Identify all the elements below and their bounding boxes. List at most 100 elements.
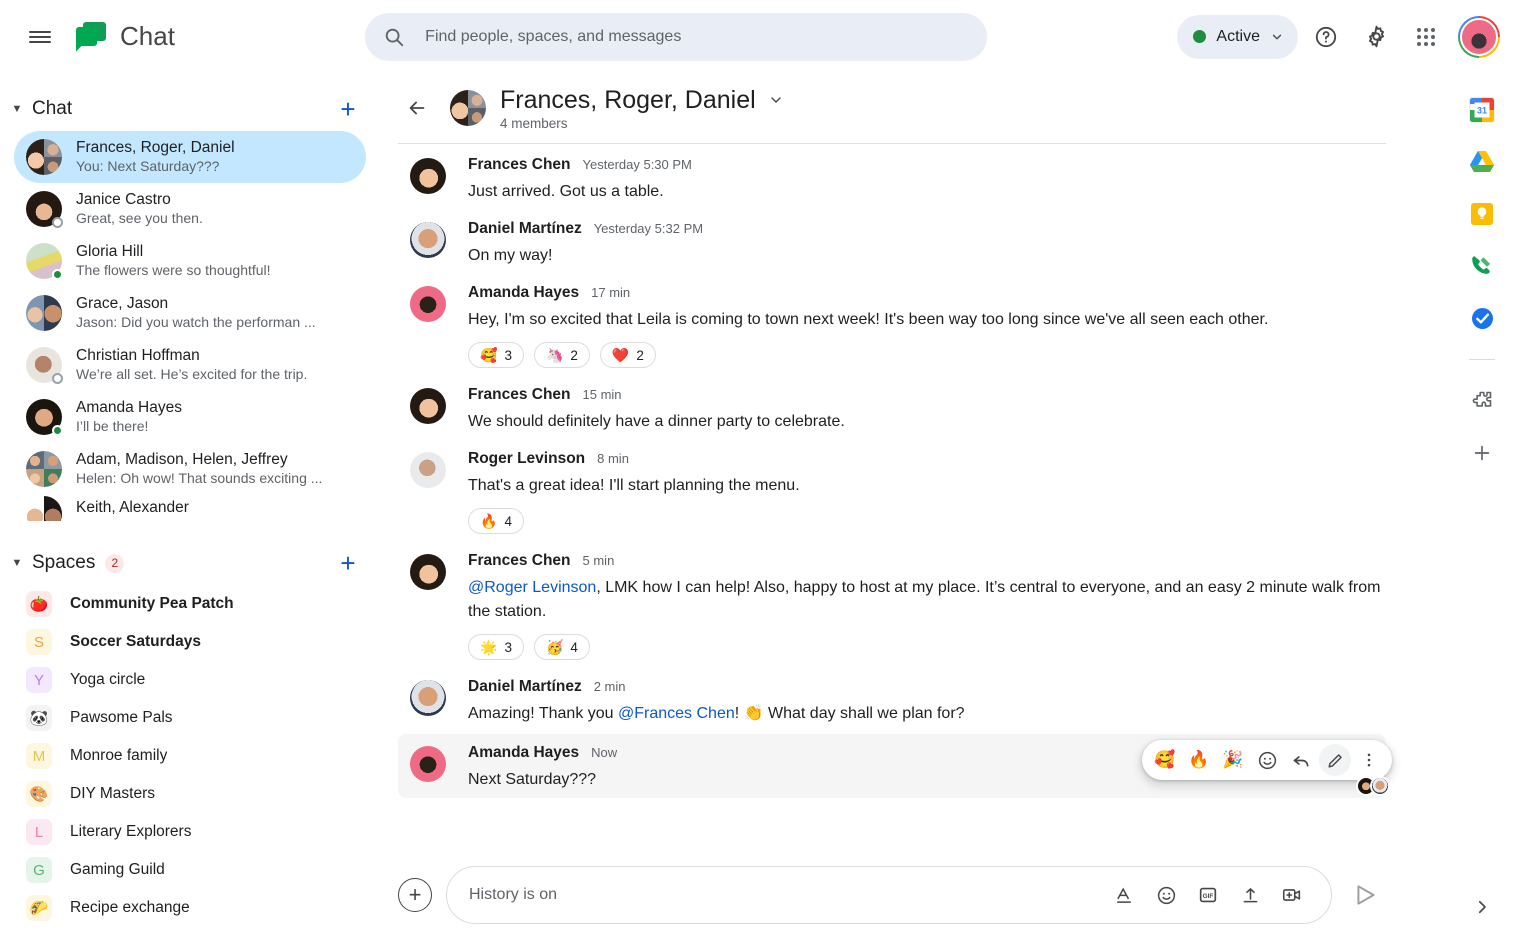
message-text-rest: , LMK how I can help! Also, happy to hos… xyxy=(468,579,1381,620)
google-apps-button[interactable] xyxy=(1404,15,1448,59)
emoji-button[interactable] xyxy=(1149,878,1183,912)
spaces-section-collapse-icon[interactable]: ▼ xyxy=(6,552,28,574)
message: Roger Levinson 8 min That's a great idea… xyxy=(398,434,1386,534)
google-tasks-icon[interactable] xyxy=(1467,303,1497,333)
row-text: Grace, Jason Jason: Did you watch the pe… xyxy=(76,294,354,332)
settings-button[interactable] xyxy=(1354,15,1398,59)
sidebar-item-soccer-saturdays[interactable]: S Soccer Saturdays xyxy=(14,623,366,661)
sidebar-item-christian-hoffman[interactable]: Christian Hoffman We’re all set. He’s ex… xyxy=(14,339,366,391)
reaction-chip[interactable]: 🦄 2 xyxy=(533,342,590,368)
more-options-button[interactable] xyxy=(1353,744,1385,776)
message-composer[interactable]: GIF xyxy=(446,866,1332,924)
reaction-chip[interactable]: 🥳 4 xyxy=(533,634,590,660)
sidebar-item-gaming-guild[interactable]: G Gaming Guild xyxy=(14,851,366,889)
avatar xyxy=(26,496,62,521)
sidebar-item-literary-explorers[interactable]: L Literary Explorers xyxy=(14,813,366,851)
chevron-down-icon xyxy=(771,97,781,103)
google-keep-icon[interactable] xyxy=(1467,199,1497,229)
space-name: DIY Masters xyxy=(70,785,155,802)
message-thread[interactable]: Frances Chen Yesterday 5:30 PM Just arri… xyxy=(380,144,1450,852)
avatar xyxy=(26,451,62,487)
video-meeting-button[interactable] xyxy=(1275,878,1309,912)
sidebar-item-keith-alexander[interactable]: Keith, Alexander xyxy=(14,495,366,521)
edit-message-button[interactable] xyxy=(1319,744,1351,776)
new-chat-button[interactable]: + xyxy=(334,95,362,123)
sidebar-item-diy-masters[interactable]: 🎨 DIY Masters xyxy=(14,775,366,813)
sidebar-item-frances-roger-daniel[interactable]: Frances, Roger, Daniel You: Next Saturda… xyxy=(14,131,366,183)
message-author: Frances Chen xyxy=(468,386,571,403)
google-chat-logo-icon xyxy=(76,21,106,52)
back-button[interactable] xyxy=(398,89,436,127)
search-input[interactable] xyxy=(425,27,970,46)
gif-button[interactable]: GIF xyxy=(1191,878,1225,912)
google-drive-icon[interactable] xyxy=(1467,147,1497,177)
google-voice-icon[interactable] xyxy=(1467,251,1497,281)
message-text: Just arrived. Got us a table. xyxy=(468,183,664,200)
react-fire-button[interactable]: 🔥 xyxy=(1183,744,1215,776)
google-calendar-icon[interactable]: 31 xyxy=(1467,95,1497,125)
expand-panel-button[interactable] xyxy=(1465,890,1499,924)
main-menu-icon[interactable] xyxy=(18,15,62,59)
message-text: On my way! xyxy=(468,247,553,264)
list-item-snippet: The flowers were so thoughtful! xyxy=(76,262,271,278)
help-button[interactable] xyxy=(1304,15,1348,59)
message: Amanda Hayes 17 min Hey, I'm so excited … xyxy=(398,268,1386,368)
sidebar-item-monroe-family[interactable]: M Monroe family xyxy=(14,737,366,775)
send-button[interactable] xyxy=(1346,875,1386,915)
send-icon xyxy=(1357,885,1375,905)
meet-section-header[interactable]: ▶ Meet xyxy=(0,933,380,946)
add-attachment-button[interactable]: + xyxy=(398,878,432,912)
calendar-day-number: 31 xyxy=(1477,106,1487,116)
reaction-emoji: 🔥 xyxy=(480,512,498,529)
account-avatar[interactable] xyxy=(1458,15,1500,58)
space-avatar-icon: 🐼 xyxy=(26,705,52,731)
message-text: That's a great idea! I'll start planning… xyxy=(468,477,800,494)
reaction-count: 2 xyxy=(636,347,644,363)
status-selector[interactable]: Active xyxy=(1177,14,1298,59)
message-hovered[interactable]: Amanda Hayes Now Next Saturday??? 🥰 🔥 🎉 xyxy=(398,734,1392,798)
chat-section-collapse-icon[interactable]: ▼ xyxy=(6,98,28,120)
conversation-title-button[interactable]: Frances, Roger, Daniel xyxy=(500,85,784,115)
addons-puzzle-icon[interactable] xyxy=(1467,386,1497,416)
member-count: 4 members xyxy=(500,116,568,131)
sidebar-item-recipe-exchange[interactable]: 🌮 Recipe exchange xyxy=(14,889,366,927)
reaction-chip[interactable]: 🥰 3 xyxy=(468,342,524,368)
sidebar-item-janice-castro[interactable]: Janice Castro Great, see you then. xyxy=(14,183,366,235)
sidebar: ▼ Chat + Frances, Roger, Daniel You: Nex… xyxy=(0,73,380,946)
svg-text:GIF: GIF xyxy=(1203,893,1214,900)
react-smiling-hearts-button[interactable]: 🥰 xyxy=(1149,744,1181,776)
list-item-snippet: Great, see you then. xyxy=(76,210,203,226)
upload-file-button[interactable] xyxy=(1233,878,1267,912)
format-text-icon xyxy=(1117,887,1131,903)
list-item-snippet: We’re all set. He’s excited for the trip… xyxy=(76,366,308,382)
presence-away-icon xyxy=(52,217,63,228)
sidebar-item-pawsome-pals[interactable]: 🐼 Pawsome Pals xyxy=(14,699,366,737)
sidebar-item-yoga-circle[interactable]: Y Yoga circle xyxy=(14,661,366,699)
sidebar-item-community-pea-patch[interactable]: 🍅 Community Pea Patch xyxy=(14,585,366,623)
sidebar-item-adam-madison-helen-jeffrey[interactable]: Adam, Madison, Helen, Jeffrey Helen: Oh … xyxy=(14,443,366,495)
format-text-button[interactable] xyxy=(1107,878,1141,912)
sidebar-item-amanda-hayes[interactable]: Amanda Hayes I’ll be there! xyxy=(14,391,366,443)
list-item-name: Janice Castro xyxy=(76,191,171,208)
message-input[interactable] xyxy=(469,886,1097,904)
reaction-chip[interactable]: 🌟 3 xyxy=(468,634,524,660)
conversation-title-block: Frances, Roger, Daniel 4 members xyxy=(500,85,784,131)
sidebar-item-grace-jason[interactable]: Grace, Jason Jason: Did you watch the pe… xyxy=(14,287,366,339)
add-app-icon[interactable] xyxy=(1467,438,1497,468)
message-timestamp: 5 min xyxy=(582,553,615,568)
reaction-emoji: 🌟 xyxy=(480,638,498,655)
list-item-name: Christian Hoffman xyxy=(76,347,200,364)
mention-link[interactable]: @Roger Levinson xyxy=(468,579,596,596)
search-box[interactable] xyxy=(365,12,988,61)
conversation-avatar xyxy=(450,90,486,126)
sidebar-item-gloria-hill[interactable]: Gloria Hill The flowers were so thoughtf… xyxy=(14,235,366,287)
reply-in-thread-button[interactable] xyxy=(1285,744,1317,776)
new-space-button[interactable]: + xyxy=(334,549,362,577)
reaction-chip[interactable]: ❤️ 2 xyxy=(599,342,656,368)
message-text: Hey, I'm so excited that Leila is coming… xyxy=(468,311,1269,328)
mention-link[interactable]: @Frances Chen xyxy=(618,705,735,722)
avatar xyxy=(26,243,63,280)
react-party-popper-button[interactable]: 🎉 xyxy=(1217,744,1249,776)
add-reaction-button[interactable] xyxy=(1251,744,1283,776)
reaction-chip[interactable]: 🔥 4 xyxy=(468,508,524,534)
